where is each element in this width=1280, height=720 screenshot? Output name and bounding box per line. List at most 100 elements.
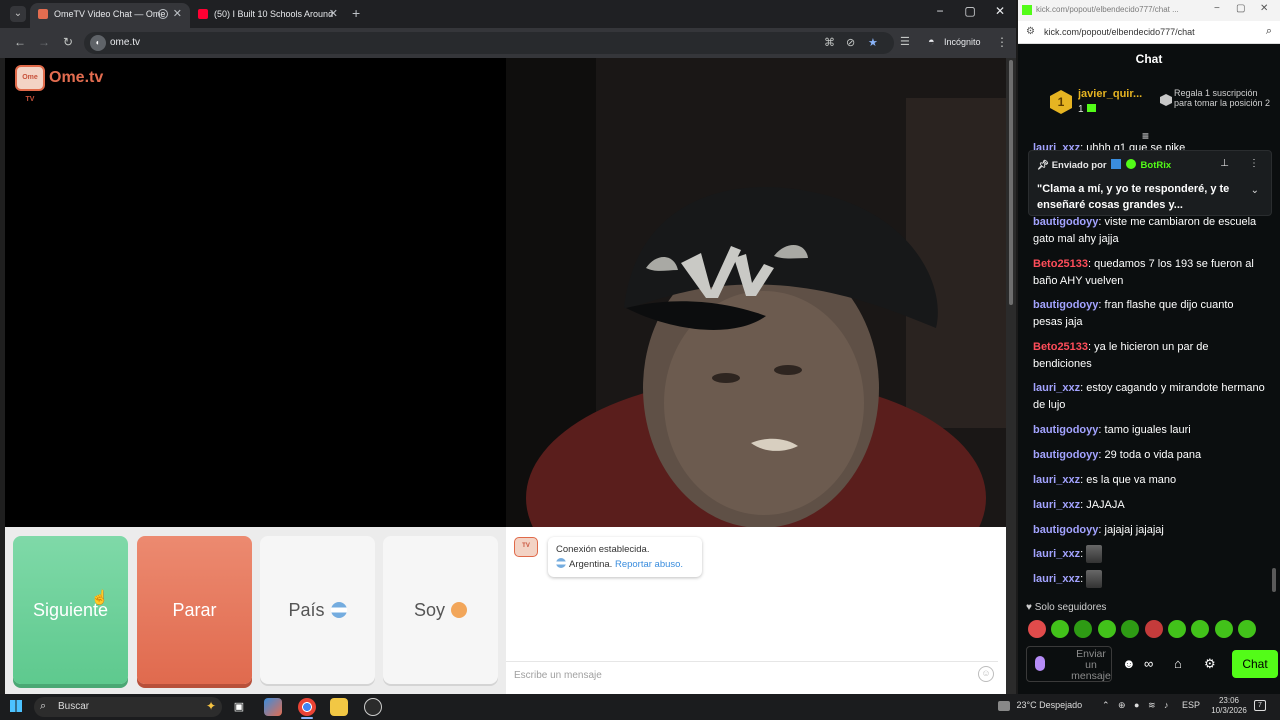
emote-bar <box>1028 620 1276 640</box>
close-tab-icon[interactable]: ✕ <box>329 3 338 25</box>
tab-strip: ⌄ OmeTV Video Chat — Ome ✕ (50) I Built … <box>0 0 1016 28</box>
address-bar[interactable]: ◐ ome.tv ⌘ ⊘ ★ <box>84 32 894 54</box>
chat-username[interactable]: bautigodoyy <box>1033 524 1098 536</box>
forward-icon[interactable]: → <box>36 35 52 49</box>
bookmark-star-icon[interactable]: ★ <box>868 36 878 49</box>
incognito-badge[interactable]: ◓ Incógnito <box>922 31 989 53</box>
tray-mic-icon[interactable]: ● <box>1134 700 1139 710</box>
bot-badge-icon <box>1111 159 1122 169</box>
copilot-icon[interactable] <box>264 698 282 716</box>
chat-username[interactable]: bautigodoyy <box>1033 449 1098 461</box>
send-chat-button[interactable]: Chat <box>1232 650 1278 678</box>
task-view-icon[interactable]: ▣ <box>230 698 248 716</box>
language-indicator[interactable]: ESP <box>1182 700 1200 710</box>
zoom-icon[interactable]: ⌕ <box>1266 25 1272 38</box>
maximize-icon[interactable]: ▢ <box>960 4 980 18</box>
page-scrollbar[interactable] <box>1006 58 1016 694</box>
report-abuse-link[interactable]: Reportar abuso. <box>615 559 683 570</box>
emote-icon[interactable] <box>1168 620 1186 638</box>
taskbar-search[interactable]: ⌕ Buscar ✦ <box>34 697 222 717</box>
country-line: Argentina. Reportar abuso. <box>556 557 694 572</box>
search-label: Buscar <box>58 701 90 712</box>
collapse-icon[interactable]: ≡ <box>1142 129 1149 143</box>
tray-app-icon[interactable]: ⊕ <box>1118 700 1126 711</box>
scrollbar-thumb[interactable] <box>1009 60 1013 305</box>
tray-chevron-icon[interactable]: ⌃ <box>1102 700 1110 711</box>
site-settings-icon[interactable]: ⚙ <box>1026 26 1035 37</box>
chrome-icon[interactable] <box>298 698 316 716</box>
next-button[interactable]: Siguiente <box>13 536 128 684</box>
back-icon[interactable]: ← <box>12 35 28 49</box>
translate-icon[interactable]: ⌘ <box>824 36 835 49</box>
chat-input[interactable]: Enviar un mensaje <box>1026 646 1112 682</box>
file-explorer-icon[interactable] <box>330 698 348 716</box>
emote-icon[interactable] <box>1238 620 1256 638</box>
tab-ometv[interactable]: OmeTV Video Chat — Ome ✕ <box>30 3 190 28</box>
emoji-icon[interactable]: ☺ <box>978 666 994 682</box>
new-tab-icon[interactable]: + <box>352 5 360 21</box>
minimize-icon[interactable]: − <box>1214 3 1220 14</box>
chat-username[interactable]: bautigodoyy <box>1033 299 1098 311</box>
bot-name[interactable]: BotRix <box>1141 160 1172 171</box>
clock[interactable]: 23:06 10/3/2026 <box>1208 696 1250 716</box>
chat-username[interactable]: bautigodoyy <box>1033 216 1098 228</box>
chat-message: lauri_xxz: es la que va mano <box>1033 474 1177 486</box>
close-window-icon[interactable]: ✕ <box>1260 3 1268 14</box>
close-window-icon[interactable]: ✕ <box>990 4 1010 18</box>
unpin-icon[interactable]: ⊥ <box>1220 158 1229 169</box>
site-info-icon[interactable]: ◐ <box>90 35 106 51</box>
maximize-icon[interactable]: ▢ <box>1236 3 1245 14</box>
tab-search-icon[interactable]: ⌄ <box>10 6 26 22</box>
emote-icon[interactable] <box>1028 620 1046 638</box>
gifter-name[interactable]: javier_quir... <box>1078 88 1162 100</box>
emote-icon[interactable] <box>1121 620 1139 638</box>
tab-youtube[interactable]: (50) I Built 10 Schools Around ✕ <box>190 3 346 28</box>
emote-icon[interactable] <box>1191 620 1209 638</box>
media-controls-icon[interactable]: ☰ <box>900 35 910 48</box>
gift-count-value: 1 <box>1078 104 1084 115</box>
windows-start-icon[interactable] <box>10 700 22 712</box>
reload-icon[interactable]: ↻ <box>60 35 76 49</box>
obs-icon[interactable] <box>364 698 382 716</box>
chat-username[interactable]: Beto25133 <box>1033 341 1088 353</box>
recording-icon <box>158 9 168 19</box>
chat-username[interactable]: lauri_xxz <box>1033 474 1080 486</box>
infinity-icon[interactable]: ∞ <box>1144 656 1153 671</box>
chat-text: uhhh q1 que se pike <box>1086 142 1186 150</box>
gift-subscription-cta[interactable]: Regala 1 suscripción para tomar la posic… <box>1160 88 1278 108</box>
message-input[interactable]: Escribe un mensaje <box>514 670 602 681</box>
chat-username[interactable]: bautigodoyy <box>1033 424 1098 436</box>
volume-icon[interactable]: ♪ <box>1164 700 1169 710</box>
emote-icon[interactable] <box>1215 620 1233 638</box>
country-label: País <box>288 599 325 620</box>
emoji-picker-icon[interactable]: ☻ <box>1122 656 1136 671</box>
chat-username[interactable]: lauri_xxz <box>1033 382 1080 394</box>
minimize-icon[interactable]: − <box>930 4 950 18</box>
browser-menu-icon[interactable]: ⋮ <box>996 35 1008 49</box>
eye-off-icon[interactable]: ⊘ <box>846 36 855 49</box>
microphone-icon[interactable] <box>1035 656 1045 671</box>
wifi-icon[interactable]: ≋ <box>1148 700 1156 711</box>
chat-username[interactable]: lauri_xxz <box>1033 573 1080 585</box>
chat-username[interactable]: lauri_xxz <box>1033 548 1080 560</box>
chat-scrollbar[interactable] <box>1272 568 1276 592</box>
notifications-icon[interactable]: 7 <box>1254 700 1266 711</box>
emote-icon[interactable] <box>1145 620 1163 638</box>
more-options-icon[interactable]: ⋮ <box>1249 158 1259 169</box>
gender-button[interactable]: Soy <box>383 536 498 684</box>
emote-icon[interactable] <box>1051 620 1069 638</box>
settings-gear-icon[interactable]: ⚙ <box>1204 656 1216 672</box>
emote-icon[interactable] <box>1074 620 1092 638</box>
chevron-down-icon[interactable]: ⌄ <box>1251 185 1259 196</box>
chat-username[interactable]: lauri_xxz <box>1033 142 1080 150</box>
weather-widget[interactable]: 23°C Despejado <box>998 700 1082 711</box>
popout-address-bar[interactable]: ⚙ kick.com/popout/elbendecido777/chat ⌕ <box>1018 21 1280 44</box>
chat-username[interactable]: Beto25133 <box>1033 258 1088 270</box>
close-tab-icon[interactable]: ✕ <box>173 3 182 25</box>
chat-username[interactable]: lauri_xxz <box>1033 499 1080 511</box>
country-button[interactable]: País <box>260 536 375 684</box>
stop-button[interactable]: Parar <box>137 536 252 684</box>
store-icon[interactable]: ⌂ <box>1174 656 1182 671</box>
chat-message: lauri_xxz: JAJAJA <box>1033 499 1125 511</box>
emote-icon[interactable] <box>1098 620 1116 638</box>
